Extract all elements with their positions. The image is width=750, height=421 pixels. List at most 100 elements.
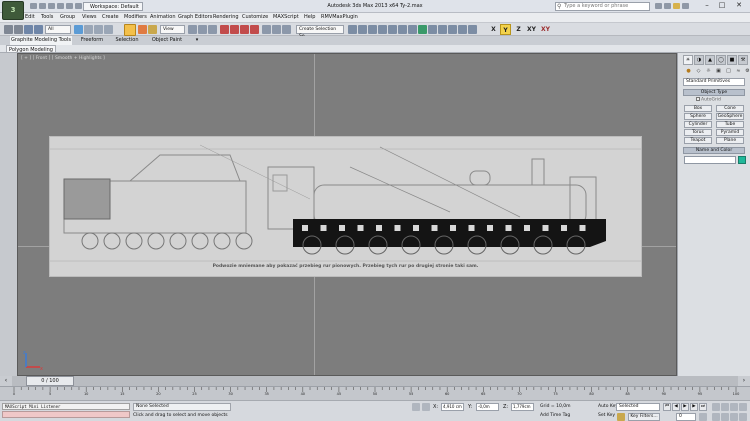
- y-coord-field[interactable]: -0,0m: [476, 403, 499, 411]
- current-frame-field[interactable]: 0: [676, 413, 696, 421]
- spinner-snap-icon[interactable]: [250, 25, 259, 34]
- schematic-view-icon[interactable]: [378, 25, 387, 34]
- blueprint-plane[interactable]: Podwozie mniemane aby pokazać przebieg r…: [49, 136, 642, 277]
- motion-tab-icon[interactable]: ◯: [716, 55, 726, 65]
- set-key-button[interactable]: Set Key: [598, 413, 615, 419]
- space-warps-icon[interactable]: ≈: [734, 67, 743, 75]
- menu-group[interactable]: Group: [60, 13, 75, 22]
- orbit-icon[interactable]: [730, 413, 738, 421]
- axis-xy-button[interactable]: XY: [526, 24, 537, 35]
- box-button[interactable]: Box: [684, 105, 712, 112]
- select-and-rotate-icon[interactable]: [138, 25, 147, 34]
- plane-button[interactable]: Plane: [716, 137, 744, 144]
- graphite-tools-icon[interactable]: [358, 25, 367, 34]
- axis-x-button[interactable]: X: [488, 24, 499, 35]
- help-icon[interactable]: [682, 3, 689, 9]
- pyramid-button[interactable]: Pyramid: [716, 129, 744, 136]
- tube-button[interactable]: Tube: [716, 121, 744, 128]
- lights-icon[interactable]: ☼: [704, 67, 713, 75]
- time-slider[interactable]: ‹ 0 / 100 ›: [0, 376, 750, 386]
- menu-rendering[interactable]: Rendering: [213, 13, 239, 22]
- axis-xy-cycle-button[interactable]: XY: [540, 24, 551, 35]
- subscription-icon[interactable]: [655, 3, 662, 9]
- display-tab-icon[interactable]: ■: [727, 55, 737, 65]
- zoom-extents-icon[interactable]: [730, 403, 738, 411]
- favorites-star-icon[interactable]: [673, 3, 680, 9]
- utilities-tab-icon[interactable]: ⚒: [738, 55, 748, 65]
- tab-object-paint[interactable]: Object Paint: [148, 36, 186, 45]
- curve-editor-icon[interactable]: [368, 25, 377, 34]
- geometry-icon[interactable]: ●: [684, 67, 693, 75]
- align-icon[interactable]: [282, 25, 291, 34]
- menu-maxscript[interactable]: MAXScript: [273, 13, 299, 22]
- menu-customize[interactable]: Customize: [242, 13, 268, 22]
- sphere-button[interactable]: Sphere: [684, 113, 712, 120]
- extra-tool-icon[interactable]: [448, 25, 457, 34]
- lock-selection-icon[interactable]: [412, 403, 420, 411]
- maximize-viewport-icon[interactable]: [739, 413, 747, 421]
- menu-edit[interactable]: Edit: [25, 13, 35, 22]
- select-object-icon[interactable]: [74, 25, 83, 34]
- helpers-icon[interactable]: □: [724, 67, 733, 75]
- time-prev-icon[interactable]: ‹: [0, 376, 12, 386]
- zoom-icon[interactable]: [712, 403, 720, 411]
- field-of-view-icon[interactable]: [712, 413, 720, 421]
- material-editor-icon[interactable]: [388, 25, 397, 34]
- mirror-icon[interactable]: [272, 25, 281, 34]
- app-logo-icon[interactable]: 3: [2, 1, 24, 20]
- front-viewport[interactable]: [ + ] [ Front ] [ Smooth + Highlights ]: [17, 53, 677, 376]
- name-and-color-rollout[interactable]: Name and Color: [683, 147, 745, 154]
- menu-views[interactable]: Views: [82, 13, 96, 22]
- absolute-mode-icon[interactable]: [422, 403, 430, 411]
- snaps-toggle-icon[interactable]: [220, 25, 229, 34]
- time-config-icon[interactable]: [699, 413, 707, 421]
- time-next-icon[interactable]: ›: [738, 376, 750, 386]
- tab-selection[interactable]: Selection: [112, 36, 142, 45]
- menu-help[interactable]: Help: [304, 13, 315, 22]
- layer-manager-icon[interactable]: [348, 25, 357, 34]
- extra-tool-2-icon[interactable]: [458, 25, 467, 34]
- zoom-all-icon[interactable]: [721, 403, 729, 411]
- cone-button[interactable]: Cone: [716, 105, 744, 112]
- communication-center-icon[interactable]: [664, 3, 671, 9]
- window-crossing-icon[interactable]: [104, 25, 113, 34]
- pivot-center-icon[interactable]: [188, 25, 197, 34]
- select-and-move-icon[interactable]: [124, 24, 136, 36]
- systems-icon[interactable]: ⚙: [743, 67, 750, 75]
- z-coord-field[interactable]: 1,779cm: [511, 403, 534, 411]
- edit-named-selection-icon[interactable]: [262, 25, 271, 34]
- axis-y-button[interactable]: Y: [500, 24, 511, 35]
- select-and-scale-icon[interactable]: [148, 25, 157, 34]
- menu-rmvmaxplugin[interactable]: RMVMaxPlugin: [321, 13, 358, 22]
- polygon-modeling-panel[interactable]: Polygon Modeling: [6, 45, 56, 53]
- menu-create[interactable]: Create: [102, 13, 119, 22]
- teapot-button[interactable]: Teapot: [684, 137, 712, 144]
- maxscript-output[interactable]: [2, 411, 130, 418]
- keyboard-shortcut-icon[interactable]: [208, 25, 217, 34]
- tab-graphite-modeling-tools[interactable]: Graphite Modeling Tools: [10, 36, 72, 45]
- menu-tools[interactable]: Tools: [41, 13, 53, 22]
- modify-tab-icon[interactable]: ◑: [694, 55, 704, 65]
- add-time-tag-button[interactable]: Add Time Tag: [540, 413, 570, 419]
- angle-snap-icon[interactable]: [230, 25, 239, 34]
- primitive-category-dropdown[interactable]: Standard Primitives: [683, 78, 745, 86]
- track-bar[interactable]: 0 5 10 15 20 25 30 35 40 45 50 55 60 65 70 75 80 85 90 95 10…: [0, 386, 750, 400]
- minimize-button[interactable]: –: [700, 0, 714, 11]
- ribbon-options-icon[interactable]: ▾: [192, 36, 202, 45]
- create-tab-icon[interactable]: ☀: [683, 55, 693, 65]
- rendered-frame-icon[interactable]: [408, 25, 417, 34]
- redo-button[interactable]: [14, 25, 23, 34]
- go-to-start-icon[interactable]: ⏮: [663, 403, 671, 411]
- play-icon[interactable]: ▶: [681, 403, 689, 411]
- unlink-icon[interactable]: [34, 25, 43, 34]
- torus-button[interactable]: Torus: [684, 129, 712, 136]
- render-iterative-icon[interactable]: [428, 25, 437, 34]
- select-by-name-icon[interactable]: [84, 25, 93, 34]
- render-setup-icon[interactable]: [398, 25, 407, 34]
- cylinder-button[interactable]: Cylinder: [684, 121, 712, 128]
- viewport-label[interactable]: [ + ] [ Front ] [ Smooth + Highlights ]: [21, 56, 105, 61]
- zoom-extents-all-icon[interactable]: [739, 403, 747, 411]
- time-slider-thumb[interactable]: 0 / 100: [26, 376, 74, 386]
- next-frame-icon[interactable]: ▶: [690, 403, 698, 411]
- pan-view-icon[interactable]: [721, 413, 729, 421]
